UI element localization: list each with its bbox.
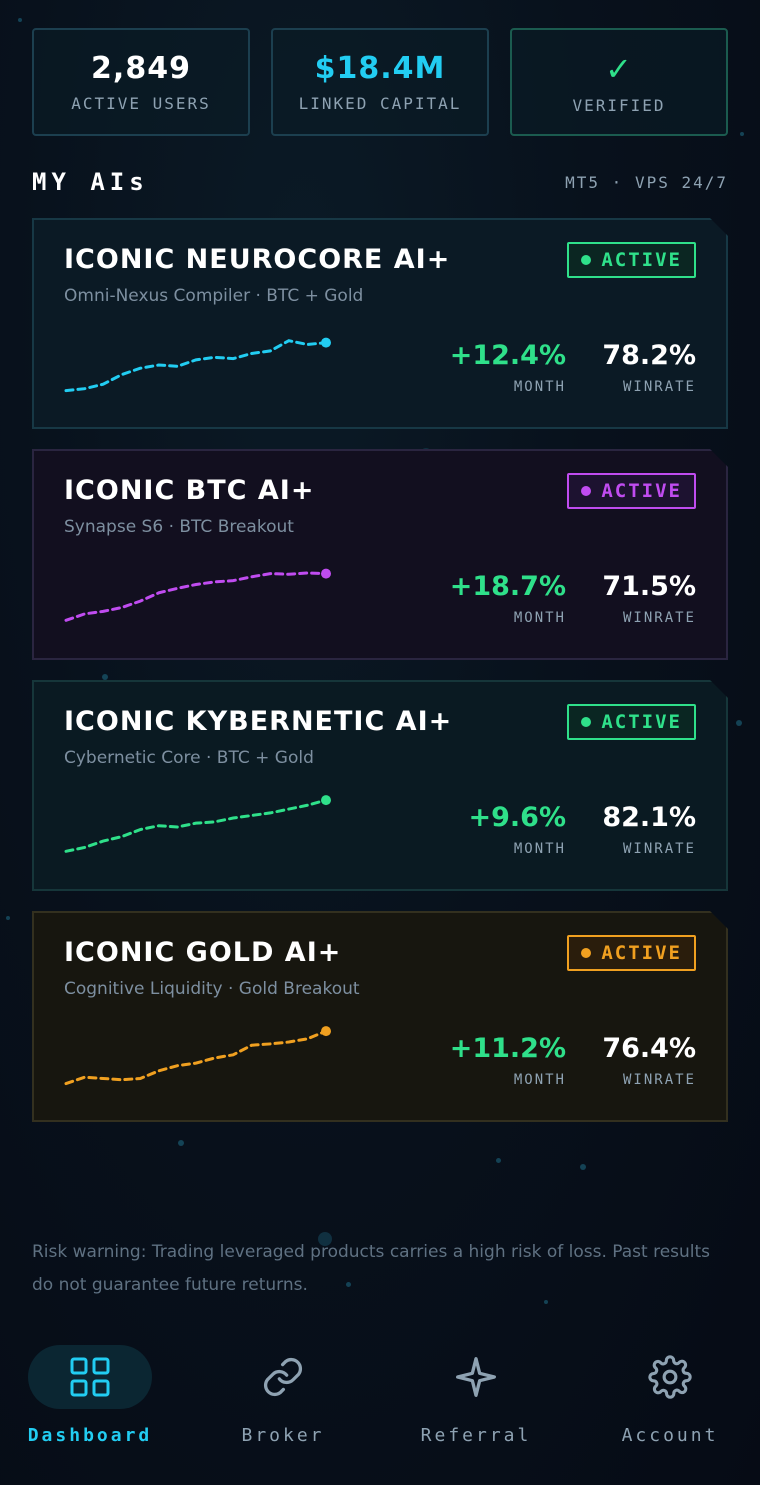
grid-icon bbox=[70, 1357, 110, 1397]
metric-winrate-label: WINRATE bbox=[622, 1072, 696, 1088]
metric-month: +9.6% MONTH bbox=[468, 802, 566, 857]
nav-label: Referral bbox=[420, 1425, 532, 1446]
metric-month-value: +11.2% bbox=[449, 1033, 566, 1064]
stats-row: 2,849 ACTIVE USERS $18.4M LINKED CAPITAL… bbox=[32, 28, 728, 136]
status-badge: ACTIVE bbox=[567, 473, 696, 509]
status-badge-label: ACTIVE bbox=[601, 942, 682, 964]
sparkline-chart bbox=[62, 1021, 332, 1095]
sparkline-end-dot bbox=[321, 795, 331, 805]
nav-account[interactable]: Account bbox=[580, 1345, 760, 1446]
stat-verified: ✓ VERIFIED bbox=[510, 28, 728, 136]
sparkline-end-dot bbox=[321, 1026, 331, 1036]
sparkline-path bbox=[66, 573, 326, 620]
nav-label: Broker bbox=[241, 1425, 325, 1446]
metric-winrate-label: WINRATE bbox=[622, 841, 696, 857]
ai-card-subtitle: Cognitive Liquidity · Gold Breakout bbox=[64, 979, 360, 999]
metric-winrate-label: WINRATE bbox=[622, 610, 696, 626]
metric-month-value: +12.4% bbox=[449, 340, 566, 371]
sparkline-chart bbox=[62, 559, 332, 633]
status-badge: ACTIVE bbox=[567, 704, 696, 740]
ai-card-subtitle: Cybernetic Core · BTC + Gold bbox=[64, 748, 314, 768]
nav-pill bbox=[28, 1345, 152, 1409]
sparkline-path bbox=[66, 800, 326, 851]
metric-month-value: +18.7% bbox=[449, 571, 566, 602]
stat-label: ACTIVE USERS bbox=[71, 94, 211, 113]
nav-pill bbox=[414, 1345, 538, 1409]
metric-winrate-value: 76.4% bbox=[602, 1033, 696, 1064]
stat-active-users: 2,849 ACTIVE USERS bbox=[32, 28, 250, 136]
nav-label: Dashboard bbox=[27, 1425, 153, 1446]
ai-card-2[interactable]: ICONIC BTC AI+ Synapse S6 · BTC Breakout… bbox=[32, 449, 728, 660]
sparkline-path bbox=[66, 341, 326, 391]
metric-month-label: MONTH bbox=[513, 610, 566, 626]
metric-winrate-label: WINRATE bbox=[622, 379, 696, 395]
metric-month-label: MONTH bbox=[513, 379, 566, 395]
metric-winrate-value: 71.5% bbox=[602, 571, 696, 602]
status-badge: ACTIVE bbox=[567, 242, 696, 278]
nav-broker[interactable]: Broker bbox=[193, 1345, 373, 1446]
stat-value: 2,849 bbox=[91, 51, 191, 86]
status-badge-label: ACTIVE bbox=[601, 711, 682, 733]
nav-label: Account bbox=[621, 1425, 719, 1446]
ai-card-1[interactable]: ICONIC NEUROCORE AI+ Omni-Nexus Compiler… bbox=[32, 218, 728, 429]
sparkline-end-dot bbox=[321, 569, 331, 579]
status-dot-icon bbox=[581, 486, 591, 496]
ai-card-title: ICONIC GOLD AI+ bbox=[64, 937, 342, 968]
section-meta: MT5 · VPS 24/7 bbox=[565, 172, 728, 192]
gear-icon bbox=[648, 1355, 692, 1399]
ai-card-subtitle: Omni-Nexus Compiler · BTC + Gold bbox=[64, 286, 364, 306]
section-header: MY AIs MT5 · VPS 24/7 bbox=[32, 168, 728, 196]
nav-pill bbox=[221, 1345, 345, 1409]
sparkle-icon bbox=[456, 1357, 496, 1397]
ai-card-title: ICONIC NEUROCORE AI+ bbox=[64, 244, 451, 275]
nav-referral[interactable]: Referral bbox=[386, 1345, 566, 1446]
status-dot-icon bbox=[581, 948, 591, 958]
sparkline-chart bbox=[62, 790, 332, 864]
metric-month: +11.2% MONTH bbox=[450, 1033, 566, 1088]
metric-month: +12.4% MONTH bbox=[450, 340, 566, 395]
status-badge: ACTIVE bbox=[567, 935, 696, 971]
metric-winrate: 82.1% WINRATE bbox=[602, 802, 696, 857]
metric-winrate-value: 78.2% bbox=[602, 340, 696, 371]
stat-linked-capital: $18.4M LINKED CAPITAL bbox=[271, 28, 489, 136]
metric-month-label: MONTH bbox=[513, 841, 566, 857]
stat-value: $18.4M bbox=[314, 51, 446, 86]
metric-winrate: 71.5% WINRATE bbox=[602, 571, 696, 626]
ai-card-3[interactable]: ICONIC KYBERNETIC AI+ Cybernetic Core · … bbox=[32, 680, 728, 891]
ai-card-subtitle: Synapse S6 · BTC Breakout bbox=[64, 517, 294, 537]
sparkline-chart bbox=[62, 328, 332, 402]
metric-winrate-value: 82.1% bbox=[602, 802, 696, 833]
checkmark-icon: ✓ bbox=[605, 49, 633, 88]
bottom-nav: Dashboard Broker Referral Account bbox=[0, 1345, 760, 1465]
metric-month: +18.7% MONTH bbox=[450, 571, 566, 626]
ai-card-title: ICONIC KYBERNETIC AI+ bbox=[64, 706, 453, 737]
metric-winrate: 76.4% WINRATE bbox=[602, 1033, 696, 1088]
status-dot-icon bbox=[581, 255, 591, 265]
link-icon bbox=[264, 1358, 302, 1396]
nav-pill bbox=[608, 1345, 732, 1409]
metric-month-value: +9.6% bbox=[468, 802, 566, 833]
risk-disclaimer: Risk warning: Trading leveraged products… bbox=[32, 1242, 711, 1295]
status-badge-label: ACTIVE bbox=[601, 480, 682, 502]
sparkline-end-dot bbox=[321, 338, 331, 348]
section-title: MY AIs bbox=[32, 168, 149, 196]
status-badge-label: ACTIVE bbox=[601, 249, 682, 271]
ai-card-title: ICONIC BTC AI+ bbox=[64, 475, 315, 506]
metric-winrate: 78.2% WINRATE bbox=[602, 340, 696, 395]
status-dot-icon bbox=[581, 717, 591, 727]
sparkline-path bbox=[66, 1031, 326, 1083]
stat-label: VERIFIED bbox=[572, 95, 666, 115]
nav-dashboard[interactable]: Dashboard bbox=[0, 1345, 180, 1446]
metric-month-label: MONTH bbox=[513, 1072, 566, 1088]
stat-label: LINKED CAPITAL bbox=[298, 94, 462, 113]
ai-card-4[interactable]: ICONIC GOLD AI+ Cognitive Liquidity · Go… bbox=[32, 911, 728, 1122]
